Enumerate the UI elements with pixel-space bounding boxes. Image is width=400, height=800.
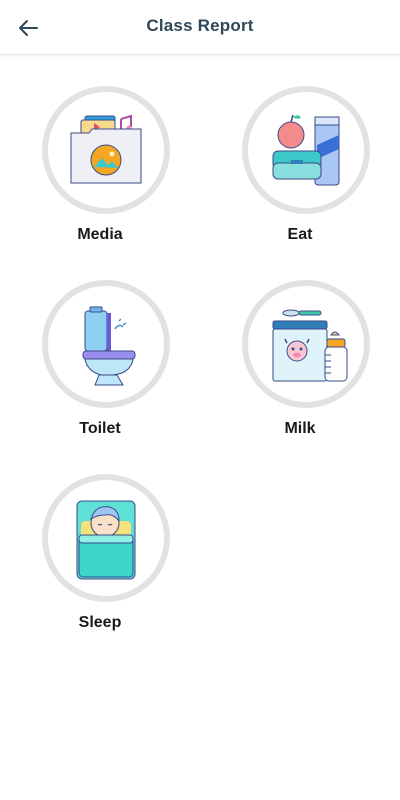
formula-bottle-icon — [272, 309, 348, 382]
category-label: Media — [77, 226, 123, 243]
category-sleep[interactable]: Sleep — [36, 474, 176, 644]
sleeping-baby-icon — [76, 500, 136, 580]
category-toilet[interactable]: Toilet — [36, 280, 176, 450]
page-title: Class Report — [146, 16, 254, 35]
media-circle — [42, 86, 170, 214]
category-label: Sleep — [78, 614, 122, 631]
toilet-circle — [42, 280, 170, 408]
toilet-icon — [82, 306, 136, 386]
category-media[interactable]: Media — [36, 86, 176, 256]
app-header: Class Report — [0, 0, 400, 55]
category-label: Eat — [287, 226, 313, 243]
category-label: Milk — [284, 420, 316, 437]
media-folder-icon — [70, 114, 142, 184]
eat-circle — [242, 86, 370, 214]
category-label: Toilet — [79, 420, 121, 437]
category-milk[interactable]: Milk — [236, 280, 376, 450]
category-eat[interactable]: Eat — [236, 86, 376, 256]
sleep-circle — [42, 474, 170, 602]
lunchbox-apple-icon — [272, 114, 340, 186]
milk-circle — [242, 280, 370, 408]
